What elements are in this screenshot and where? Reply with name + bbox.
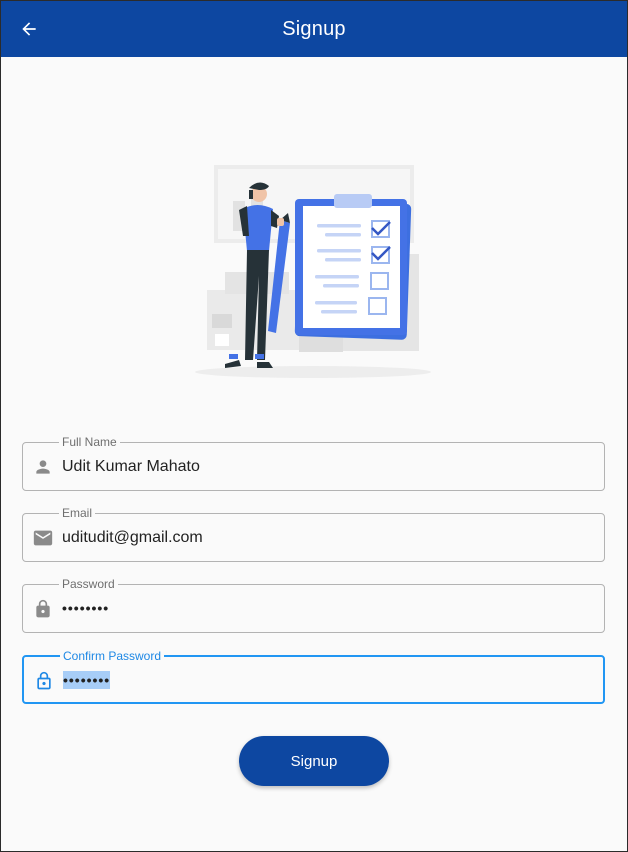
password-input[interactable]: •••••••• [62, 599, 109, 617]
full-name-label: Full Name [59, 435, 120, 449]
email-input[interactable]: uditudit@gmail.com [62, 529, 203, 547]
confirm-password-field[interactable]: Confirm Password •••••••• [22, 649, 605, 704]
signup-screen: Signup Full Name Udit Kumar Mahato Email… [0, 0, 628, 852]
person-icon [32, 456, 54, 478]
page-title: Signup [282, 17, 346, 40]
lock-icon [32, 598, 54, 620]
full-name-field[interactable]: Full Name Udit Kumar Mahato [22, 435, 605, 491]
signup-illustration [187, 154, 437, 380]
mail-icon [32, 527, 54, 549]
password-label: Password [59, 577, 118, 591]
signup-button[interactable]: Signup [239, 736, 389, 786]
lock-outline-icon [33, 670, 55, 692]
email-field[interactable]: Email uditudit@gmail.com [22, 506, 605, 562]
app-bar: Signup [1, 1, 627, 57]
password-field[interactable]: Password •••••••• [22, 577, 605, 633]
confirm-password-label: Confirm Password [60, 649, 165, 663]
full-name-input[interactable]: Udit Kumar Mahato [62, 458, 200, 476]
confirm-password-input[interactable]: •••••••• [63, 671, 111, 689]
email-label: Email [59, 506, 96, 520]
